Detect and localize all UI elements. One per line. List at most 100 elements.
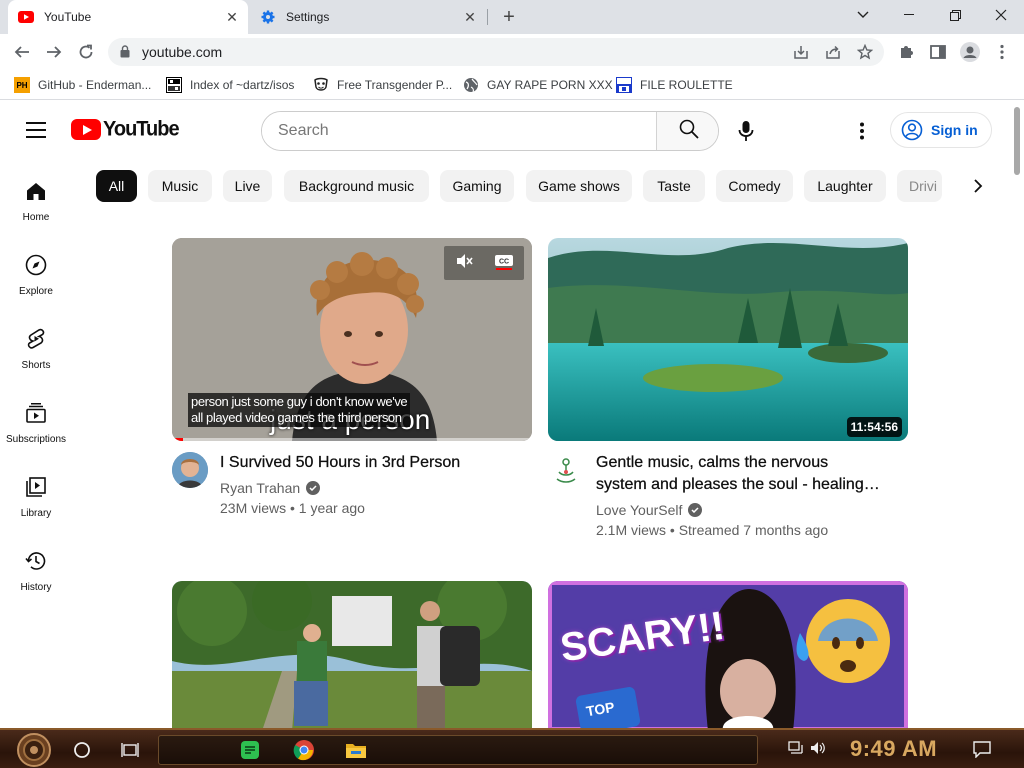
close-window-button[interactable] bbox=[978, 0, 1024, 30]
start-button[interactable] bbox=[8, 732, 60, 768]
rail-item-explore[interactable]: Explore bbox=[0, 253, 72, 323]
tab-settings[interactable]: Settings ✕ bbox=[250, 0, 486, 34]
bookmark-label: Free Transgender P... bbox=[337, 78, 453, 92]
closed-captions-icon[interactable]: CC bbox=[494, 252, 514, 275]
bookmark-item[interactable]: Index of ~dartz/isos bbox=[166, 76, 294, 94]
new-tab-button[interactable]: + bbox=[498, 6, 520, 28]
forward-arrow-icon[interactable] bbox=[42, 40, 66, 64]
rail-item-subscriptions[interactable]: Subscriptions bbox=[0, 401, 72, 471]
video-duration: 11:54:56 bbox=[846, 417, 902, 437]
rail-item-history[interactable]: History bbox=[0, 549, 72, 619]
video-title[interactable]: I Survived 50 Hours in 3rd Person bbox=[220, 452, 520, 474]
chip-driving[interactable]: Drivi bbox=[897, 170, 942, 202]
chrome-menu-icon[interactable] bbox=[992, 42, 1012, 62]
extensions-puzzle-icon[interactable] bbox=[896, 42, 916, 62]
youtube-header: YouTube Sign in bbox=[0, 103, 1010, 159]
rail-label: Explore bbox=[19, 286, 53, 297]
profile-avatar-icon[interactable] bbox=[960, 42, 980, 62]
bookmark-item[interactable]: GAY RAPE PORN XXX bbox=[463, 76, 613, 94]
address-bar[interactable]: youtube.com bbox=[108, 38, 884, 66]
task-view-icon[interactable] bbox=[118, 738, 142, 762]
chrome-icon[interactable] bbox=[292, 738, 316, 762]
bookmark-item[interactable]: PH GitHub - Enderman... bbox=[14, 76, 151, 94]
search-box bbox=[261, 111, 719, 151]
rail-label: Home bbox=[22, 212, 50, 223]
rail-item-library[interactable]: Library bbox=[0, 475, 72, 545]
chip-all[interactable]: All bbox=[96, 170, 137, 202]
network-icon[interactable] bbox=[788, 740, 804, 760]
channel-name[interactable]: Love YourSelf bbox=[596, 502, 703, 518]
chip-laughter[interactable]: Laughter bbox=[804, 170, 886, 202]
tab-title: Settings bbox=[286, 10, 330, 24]
reload-icon[interactable] bbox=[74, 40, 98, 64]
verified-check-icon bbox=[688, 503, 703, 517]
bookmark-item[interactable]: FILE ROULETTE bbox=[616, 76, 733, 94]
sign-in-button[interactable]: Sign in bbox=[890, 112, 992, 148]
youtube-wordmark: YouTube bbox=[103, 117, 180, 141]
video-thumbnail[interactable] bbox=[172, 581, 532, 731]
chip-comedy[interactable]: Comedy bbox=[716, 170, 793, 202]
globe-icon bbox=[463, 77, 479, 93]
search-button[interactable] bbox=[656, 112, 718, 150]
history-icon bbox=[24, 549, 48, 573]
screen: YouTube ✕ Settings ✕ + youtube.com PH Gi… bbox=[0, 0, 1024, 768]
rail-item-home[interactable]: Home bbox=[0, 179, 72, 249]
side-panel-icon[interactable] bbox=[928, 42, 948, 62]
install-app-icon[interactable] bbox=[792, 44, 810, 60]
video-thumbnail[interactable]: CC just a person person just some guy i … bbox=[172, 238, 532, 441]
video-meta: 2.1M views • Streamed 7 months ago bbox=[596, 522, 829, 538]
channel-name-text: Ryan Trahan bbox=[220, 480, 301, 496]
close-icon[interactable]: ✕ bbox=[462, 9, 478, 25]
tab-youtube[interactable]: YouTube ✕ bbox=[8, 0, 248, 34]
search-input[interactable] bbox=[262, 112, 656, 150]
video-thumbnail[interactable]: SCARY!! TOP bbox=[548, 581, 908, 731]
menu-hamburger-icon[interactable] bbox=[26, 122, 46, 138]
share-icon[interactable] bbox=[824, 44, 842, 60]
tab-search-chevron-icon[interactable] bbox=[840, 0, 886, 30]
caption-line: person just some guy i don't know we've bbox=[191, 394, 408, 409]
chip-live[interactable]: Live bbox=[223, 170, 272, 202]
notification-center-icon[interactable] bbox=[972, 740, 992, 759]
file-explorer-icon[interactable] bbox=[344, 738, 368, 762]
subscriptions-icon bbox=[24, 401, 48, 425]
bookmarks-bar: PH GitHub - Enderman... Index of ~dartz/… bbox=[0, 70, 1024, 100]
search-circle-icon[interactable] bbox=[70, 738, 94, 762]
chip-taste[interactable]: Taste bbox=[643, 170, 705, 202]
back-arrow-icon[interactable] bbox=[10, 40, 34, 64]
rail-item-shorts[interactable]: Shorts bbox=[0, 327, 72, 397]
volume-icon[interactable] bbox=[810, 741, 826, 760]
bookmark-label: GAY RAPE PORN XXX bbox=[487, 78, 613, 92]
folder-index-icon bbox=[166, 77, 182, 93]
browser-toolbar: youtube.com bbox=[0, 34, 1024, 70]
chevron-right-icon[interactable] bbox=[968, 176, 988, 196]
channel-avatar[interactable] bbox=[548, 452, 584, 488]
channel-name[interactable]: Ryan Trahan bbox=[220, 480, 321, 496]
restore-button[interactable] bbox=[932, 0, 978, 30]
ph-icon: PH bbox=[14, 77, 30, 93]
scrollbar-thumb[interactable] bbox=[1014, 107, 1020, 175]
chip-gaming[interactable]: Gaming bbox=[440, 170, 514, 202]
chip-background-music[interactable]: Background music bbox=[284, 170, 429, 202]
os-taskbar: 9:49 AM bbox=[0, 728, 1024, 768]
tab-title: YouTube bbox=[44, 10, 92, 24]
close-icon[interactable]: ✕ bbox=[224, 9, 240, 25]
taskbar-clock[interactable]: 9:49 AM bbox=[850, 736, 937, 762]
bookmark-label: Index of ~dartz/isos bbox=[190, 78, 295, 92]
settings-more-icon[interactable] bbox=[850, 119, 874, 143]
voice-search-mic-icon[interactable] bbox=[734, 119, 758, 143]
lock-icon[interactable] bbox=[120, 45, 130, 63]
playback-progress-bar[interactable] bbox=[172, 438, 532, 441]
minimize-button[interactable] bbox=[886, 0, 932, 30]
channel-avatar[interactable] bbox=[172, 452, 208, 488]
notes-app-icon[interactable] bbox=[238, 738, 262, 762]
bookmark-item[interactable]: Free Transgender P... bbox=[313, 76, 452, 94]
thumbnail-lake-image bbox=[548, 238, 908, 441]
mute-icon[interactable] bbox=[455, 252, 473, 275]
video-thumbnail[interactable]: 11:54:56 bbox=[548, 238, 908, 441]
youtube-logo[interactable]: YouTube bbox=[71, 117, 180, 141]
page-scrollbar[interactable] bbox=[1010, 103, 1024, 728]
video-title[interactable]: Gentle music, calms the nervous system a… bbox=[596, 452, 896, 496]
chip-music[interactable]: Music bbox=[148, 170, 212, 202]
bookmark-star-icon[interactable] bbox=[856, 44, 874, 60]
chip-game-shows[interactable]: Game shows bbox=[526, 170, 632, 202]
